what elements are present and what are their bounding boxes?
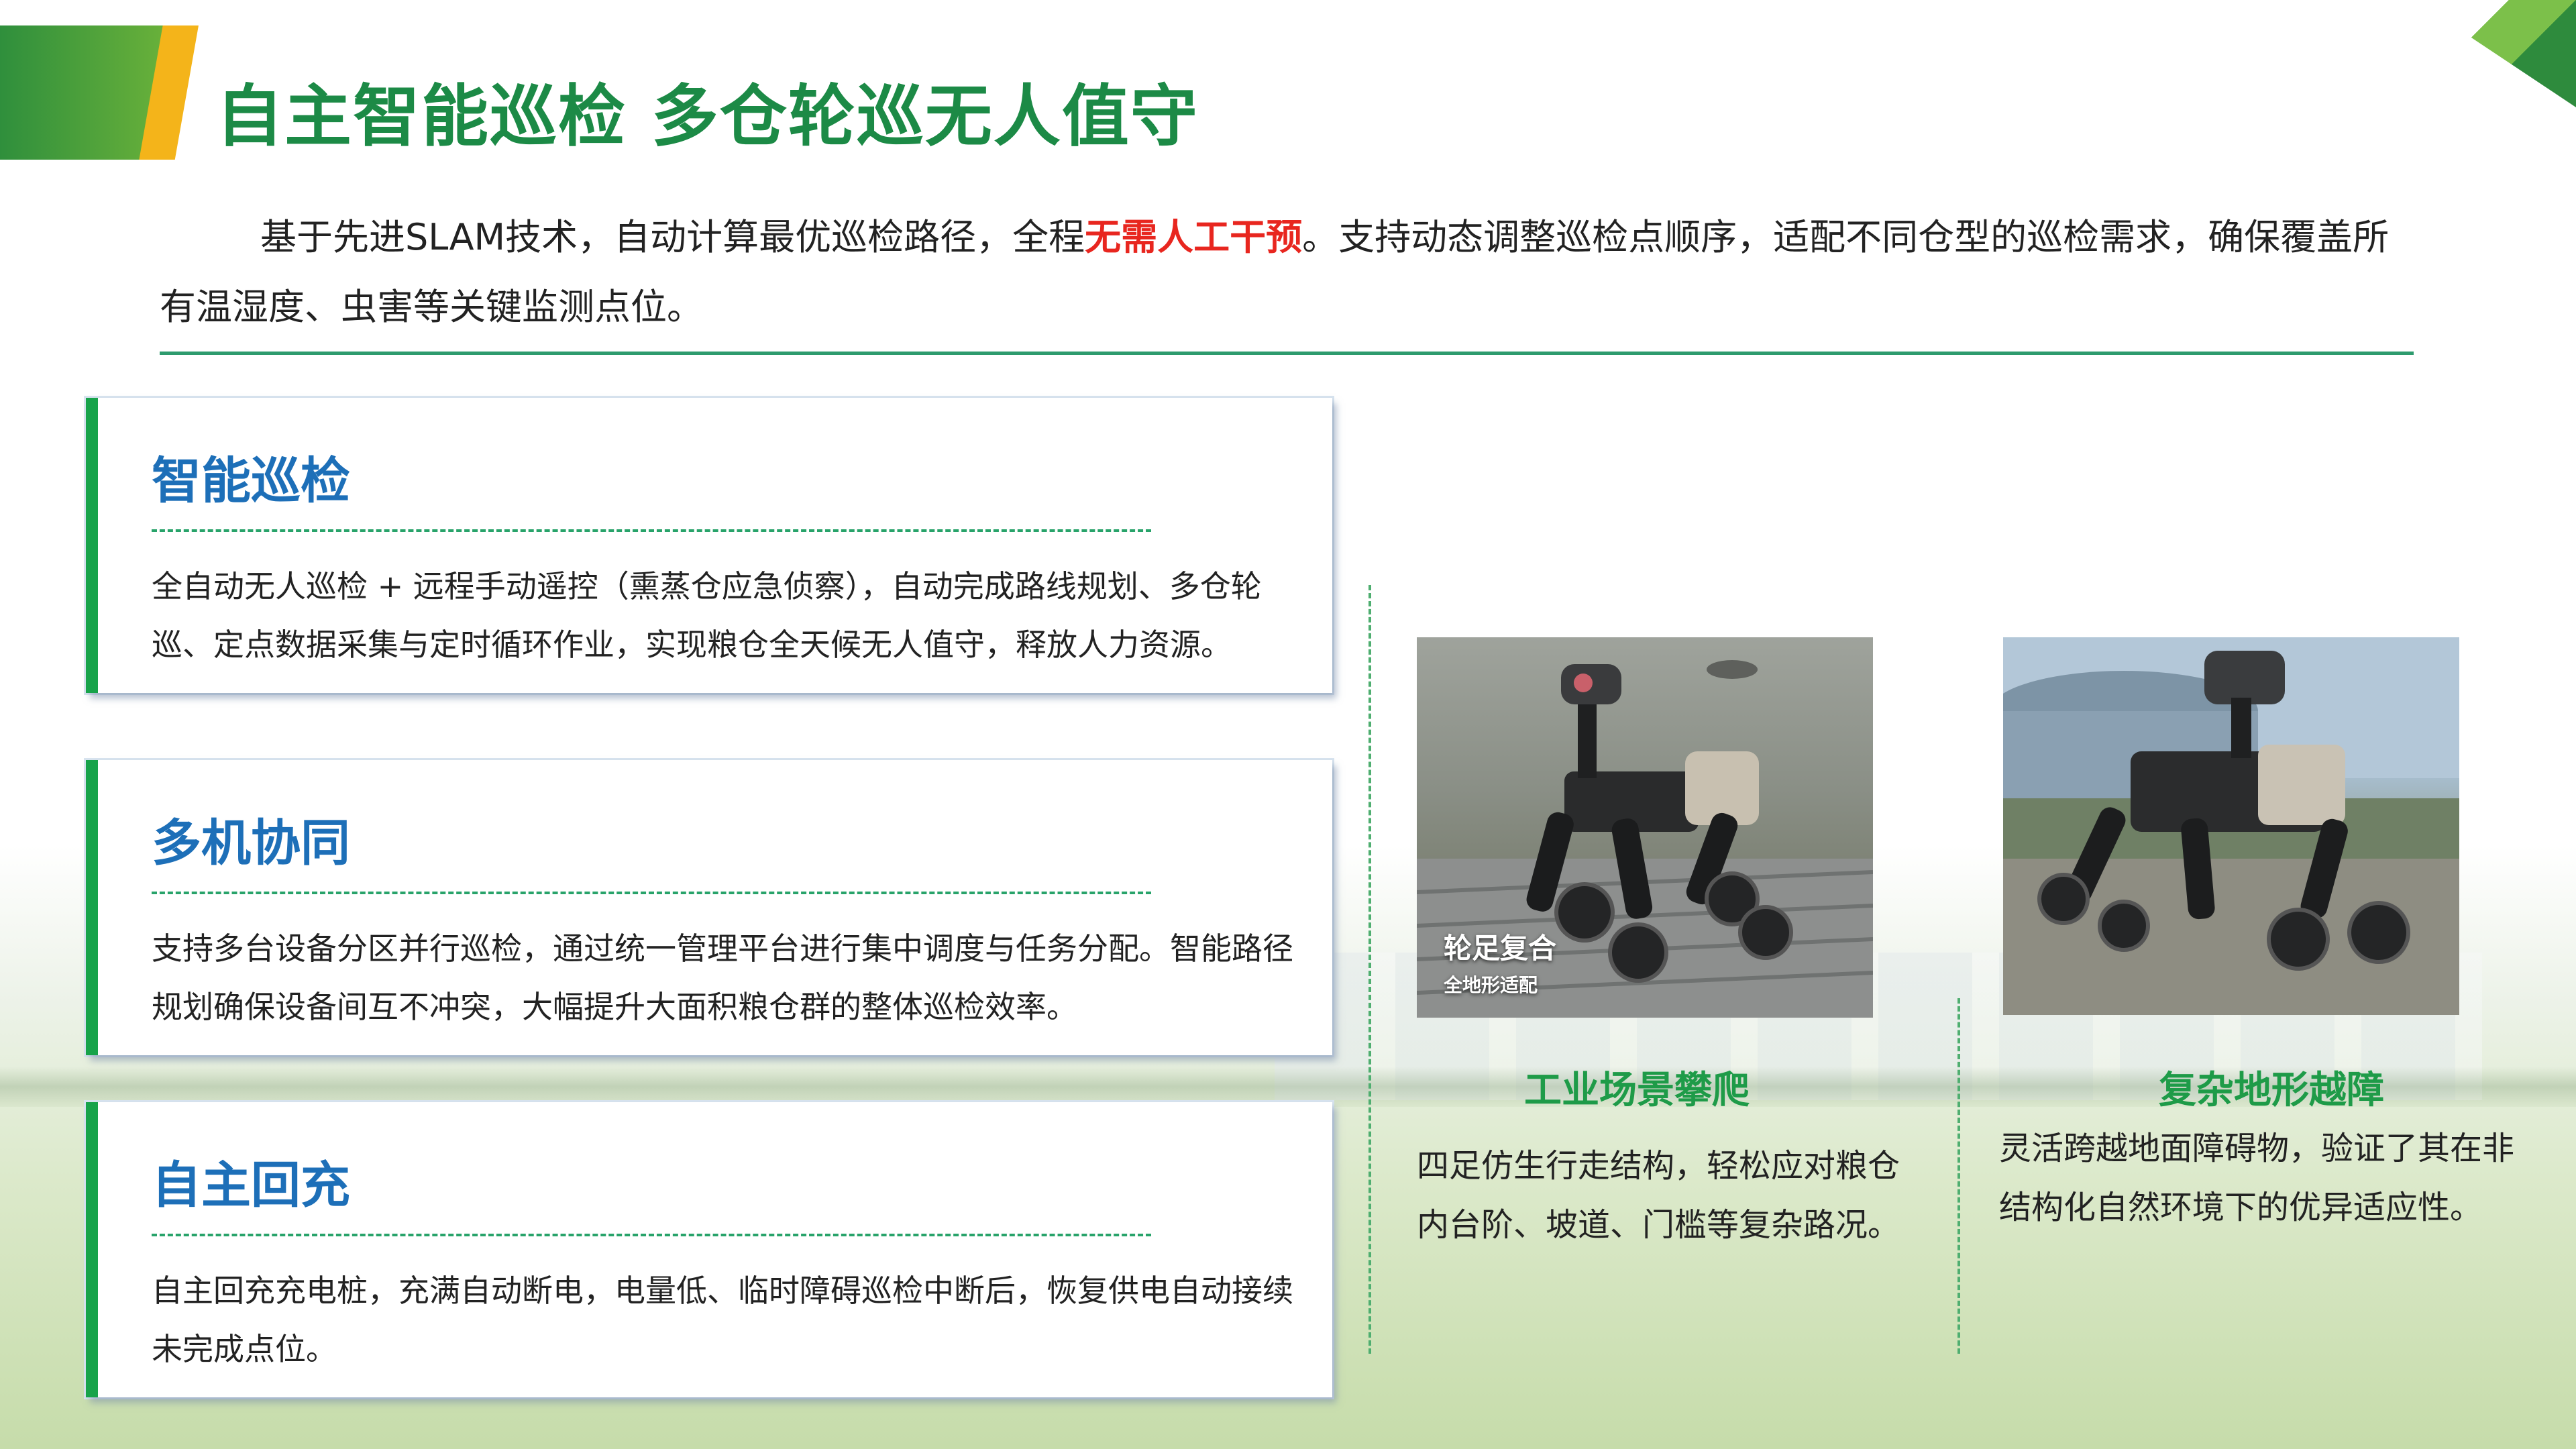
photo-badge-title: 轮足复合 bbox=[1444, 932, 1557, 965]
robot-dog-illustration bbox=[2003, 637, 2459, 1015]
card-title: 智能巡检 bbox=[152, 452, 350, 510]
intro-text-1: 基于先进SLAM技术，自动计算最优巡检路径，全程 bbox=[260, 216, 1085, 258]
vertical-divider-left bbox=[1368, 585, 1371, 1354]
feature-card-multi-robot: 多机协同 支持多台设备分区并行巡检，通过统一管理平台进行集中调度与任务分配。智能… bbox=[86, 760, 1332, 1055]
feature-card-auto-recharge: 自主回充 自主回充充电桩，充满自动断电，电量低、临时障碍巡检中断后，恢复供电自动… bbox=[86, 1102, 1332, 1397]
card-text: 自主回充充电桩，充满自动断电，电量低、临时障碍巡检中断后，恢复供电自动接续未完成… bbox=[152, 1273, 1293, 1367]
card-divider bbox=[152, 529, 1151, 532]
card-divider bbox=[152, 1234, 1151, 1236]
intro-divider bbox=[160, 352, 2414, 355]
card-title: 自主回充 bbox=[152, 1157, 350, 1214]
robot-photo-terrain bbox=[2003, 637, 2459, 1015]
caption-title-terrain: 复杂地形越障 bbox=[2159, 1069, 2384, 1112]
caption-text-industrial: 四足仿生行走结构，轻松应对粮仓内台阶、坡道、门槛等复杂路况。 bbox=[1417, 1147, 1900, 1244]
photo-badge-subtitle: 全地形适配 bbox=[1444, 974, 1538, 996]
feature-card-smart-inspection: 智能巡检 全自动无人巡检 + 远程手动遥控（熏蒸仓应急侦察），自动完成路线规划、… bbox=[86, 398, 1332, 693]
card-title: 多机协同 bbox=[152, 814, 350, 872]
intro-highlight: 无需人工干预 bbox=[1085, 216, 1303, 258]
card-divider bbox=[152, 892, 1151, 894]
corner-decoration bbox=[2415, 0, 2576, 107]
photo-badge: 轮足复合 全地形适配 bbox=[1444, 926, 1556, 998]
card-text: 支持多台设备分区并行巡检，通过统一管理平台进行集中调度与任务分配。智能路径规划确… bbox=[152, 930, 1293, 1025]
caption-title-industrial: 工业场景攀爬 bbox=[1524, 1069, 1750, 1112]
card-text: 全自动无人巡检 + 远程手动遥控（熏蒸仓应急侦察），自动完成路线规划、多仓轮巡、… bbox=[152, 568, 1262, 663]
page-title: 自主智能巡检 多仓轮巡无人值守 bbox=[216, 77, 1199, 156]
robot-photo-industrial: 轮足复合 全地形适配 bbox=[1417, 637, 1873, 1018]
vertical-divider-middle bbox=[1957, 998, 1960, 1354]
caption-text-terrain: 灵活跨越地面障碍物，验证了其在非结构化自然环境下的优异适应性。 bbox=[1999, 1130, 2515, 1226]
intro-paragraph: 基于先进SLAM技术，自动计算最优巡检路径，全程无需人工干预。支持动态调整巡检点… bbox=[160, 203, 2414, 342]
